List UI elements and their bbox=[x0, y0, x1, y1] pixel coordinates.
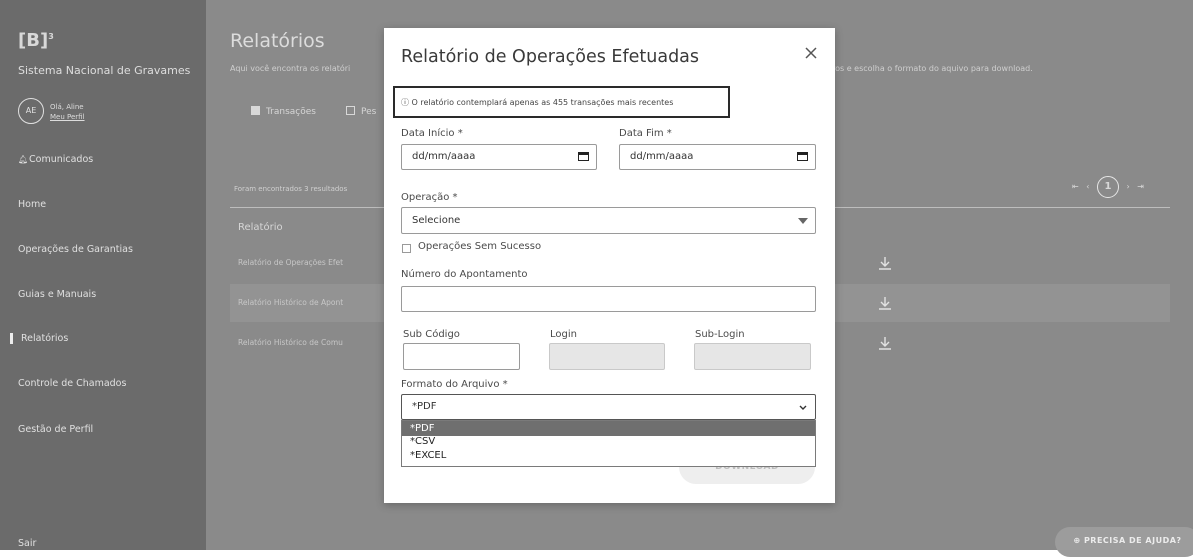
sidebar-item-guias[interactable]: Guias e Manuais bbox=[18, 289, 96, 300]
data-inicio-field[interactable]: dd/mm/aaaa bbox=[401, 144, 597, 170]
option-pdf[interactable]: *PDF bbox=[402, 421, 815, 436]
caret-down-icon bbox=[798, 218, 808, 224]
formato-options-list: *PDF *CSV *EXCEL bbox=[401, 420, 816, 467]
report-modal: Relatório de Operações Efetuadas ⓘ O rel… bbox=[384, 28, 835, 503]
sidebar: [B]3 Sistema Nacional de Gravames AE Olá… bbox=[0, 0, 206, 550]
app-name: Sistema Nacional de Gravames bbox=[18, 64, 191, 77]
page-subtitle-continued: ros e escolha o formato do aquivo para d… bbox=[832, 64, 1033, 73]
filter-pes[interactable]: Pes bbox=[346, 106, 376, 117]
login-label: Login bbox=[550, 329, 577, 340]
operacao-label: Operação * bbox=[401, 192, 458, 203]
current-page[interactable]: 1 bbox=[1097, 176, 1119, 198]
row-label: Relatório Histórico de Apont bbox=[238, 298, 344, 307]
first-page-icon[interactable]: ⇤ bbox=[1072, 182, 1079, 191]
formato-value: *PDF bbox=[412, 401, 437, 412]
filter-label: Pes bbox=[361, 107, 377, 117]
operacao-value: Selecione bbox=[412, 215, 461, 226]
sidebar-item-perfil[interactable]: Gestão de Perfil bbox=[18, 424, 93, 435]
sub-login-label: Sub-Login bbox=[695, 329, 745, 340]
page-subtitle: Aqui você encontra os relatóri bbox=[230, 64, 351, 73]
sidebar-item-label: Comunicados bbox=[29, 154, 94, 165]
pagination: ⇤ ‹ 1 › ⇥ bbox=[1072, 176, 1149, 198]
checkbox-unchecked[interactable] bbox=[346, 106, 355, 115]
operacao-select[interactable]: Selecione bbox=[401, 207, 816, 234]
notice-text: ⓘ O relatório contemplará apenas as 455 … bbox=[401, 98, 674, 107]
table-header-relatorio: Relatório bbox=[238, 222, 283, 233]
filter-transacoes[interactable]: Transações bbox=[251, 106, 316, 117]
formato-select[interactable]: *PDF bbox=[401, 394, 816, 420]
numero-apontamento-label: Número do Apontamento bbox=[401, 269, 528, 280]
formato-label: Formato do Arquivo * bbox=[401, 379, 508, 390]
sub-codigo-input[interactable] bbox=[403, 343, 520, 370]
bell-icon: 🔔︎ bbox=[18, 155, 29, 164]
chevron-down-icon bbox=[799, 405, 807, 410]
last-page-icon[interactable]: ⇥ bbox=[1137, 182, 1144, 191]
modal-title: Relatório de Operações Efetuadas bbox=[401, 47, 700, 67]
sub-login-input bbox=[694, 343, 811, 370]
sem-sucesso-checkbox[interactable] bbox=[402, 244, 411, 253]
next-page-icon[interactable]: › bbox=[1127, 182, 1130, 191]
download-icon[interactable] bbox=[878, 255, 892, 271]
sub-codigo-label: Sub Código bbox=[403, 329, 460, 340]
sidebar-item-operacoes[interactable]: Operações de Garantias bbox=[18, 244, 133, 255]
date-placeholder: dd/mm/aaaa bbox=[412, 151, 476, 162]
logout-link[interactable]: Sair bbox=[18, 538, 36, 549]
prev-page-icon[interactable]: ‹ bbox=[1086, 182, 1089, 191]
close-icon[interactable] bbox=[803, 45, 819, 61]
data-fim-field[interactable]: dd/mm/aaaa bbox=[619, 144, 816, 170]
download-icon[interactable] bbox=[878, 335, 892, 351]
row-label: Relatório de Operações Efet bbox=[238, 258, 344, 267]
filter-label: Transações bbox=[266, 107, 316, 117]
sidebar-item-home[interactable]: Home bbox=[18, 199, 46, 210]
sidebar-item-relatorios[interactable]: Relatórios bbox=[10, 333, 68, 344]
page-title: Relatórios bbox=[230, 30, 325, 52]
login-input bbox=[549, 343, 665, 370]
avatar[interactable]: AE bbox=[18, 98, 44, 124]
data-inicio-label: Data Início * bbox=[401, 128, 463, 139]
user-greeting: Olá, Aline Meu Perfil bbox=[50, 102, 85, 122]
row-label: Relatório Histórico de Comu bbox=[238, 338, 343, 347]
profile-link[interactable]: Meu Perfil bbox=[50, 112, 85, 122]
sidebar-item-comunicados[interactable]: 🔔︎Comunicados bbox=[18, 154, 93, 165]
sidebar-item-chamados[interactable]: Controle de Chamados bbox=[18, 378, 126, 389]
checkbox-checked[interactable] bbox=[251, 106, 260, 115]
b3-logo: [B]3 bbox=[18, 30, 54, 51]
calendar-icon[interactable] bbox=[578, 151, 589, 161]
download-icon[interactable] bbox=[878, 295, 892, 311]
calendar-icon[interactable] bbox=[797, 151, 808, 161]
option-csv[interactable]: *CSV bbox=[402, 436, 815, 448]
numero-apontamento-input[interactable] bbox=[401, 286, 816, 312]
greeting-text: Olá, Aline bbox=[50, 103, 84, 111]
results-count: Foram encontrados 3 resultados bbox=[234, 185, 348, 193]
help-button[interactable]: ⊕ PRECISA DE AJUDA? bbox=[1055, 527, 1193, 557]
data-fim-label: Data Fim * bbox=[619, 128, 672, 139]
notice-box: ⓘ O relatório contemplará apenas as 455 … bbox=[393, 86, 730, 118]
date-placeholder: dd/mm/aaaa bbox=[630, 151, 694, 162]
option-excel[interactable]: *EXCEL bbox=[402, 448, 815, 466]
sem-sucesso-label: Operações Sem Sucesso bbox=[418, 241, 542, 252]
